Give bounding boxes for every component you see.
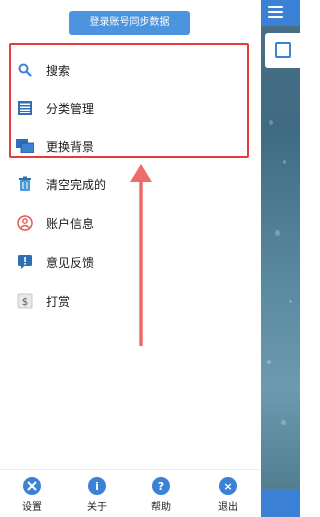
bottom-about-button[interactable]: i 关于 bbox=[67, 470, 127, 517]
bottom-label-about: 关于 bbox=[87, 502, 107, 513]
feedback-icon bbox=[16, 253, 34, 271]
info-icon: i bbox=[88, 477, 106, 495]
main-bottom-bar bbox=[261, 489, 300, 517]
account-icon bbox=[16, 214, 34, 232]
trash-icon bbox=[16, 175, 34, 193]
svg-text:$: $ bbox=[22, 297, 28, 308]
bottom-label-help: 帮助 bbox=[151, 502, 171, 513]
bottom-exit-button[interactable]: × 退出 bbox=[198, 470, 258, 517]
bottom-settings-button[interactable]: 设置 bbox=[2, 470, 62, 517]
task-card[interactable] bbox=[265, 33, 300, 68]
annotation-arrow bbox=[130, 164, 152, 346]
task-checkbox[interactable] bbox=[275, 42, 291, 58]
menu-label-account: 账户信息 bbox=[46, 216, 95, 231]
menu-label-feedback: 意见反馈 bbox=[46, 255, 95, 270]
help-icon: ? bbox=[152, 477, 170, 495]
background-image bbox=[261, 0, 300, 517]
reward-icon: $ bbox=[16, 292, 34, 310]
exit-icon: × bbox=[219, 477, 237, 495]
bottom-help-button[interactable]: ? 帮助 bbox=[131, 470, 191, 517]
bottom-toolbar: 设置 i 关于 ? 帮助 × 退出 bbox=[0, 469, 261, 517]
login-sync-button[interactable]: 登录账号同步数据 bbox=[69, 11, 190, 35]
highlight-box bbox=[9, 43, 249, 158]
bottom-label-settings: 设置 bbox=[22, 502, 42, 513]
navigation-drawer: 登录账号同步数据 搜索 分类管理 更换背景 清空完成的 账户信息 意见反馈 $ … bbox=[0, 0, 261, 517]
settings-icon bbox=[23, 477, 41, 495]
hamburger-menu-icon[interactable] bbox=[268, 6, 283, 18]
menu-label-reward: 打赏 bbox=[46, 294, 71, 309]
menu-label-clear-completed: 清空完成的 bbox=[46, 177, 107, 192]
bottom-label-exit: 退出 bbox=[218, 502, 238, 513]
